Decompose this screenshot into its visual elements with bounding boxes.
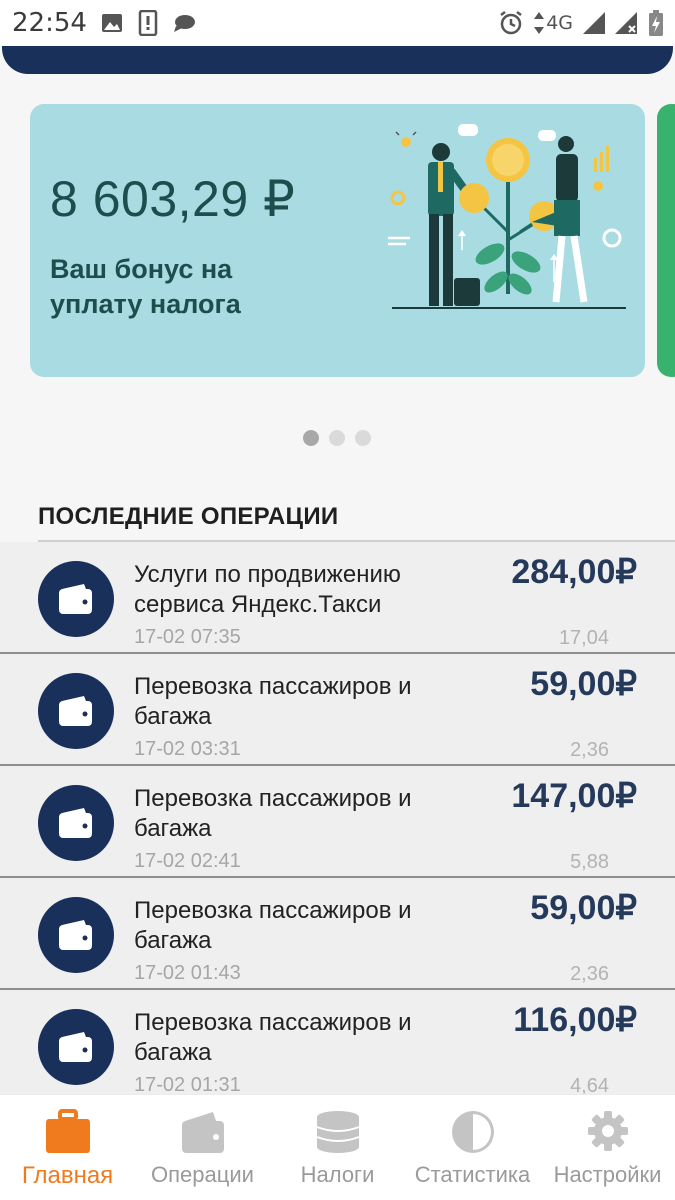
chat-icon	[174, 15, 195, 32]
carousel-dot[interactable]	[303, 430, 319, 446]
operation-row[interactable]: Перевозка пассажиров и багажа 17-02 01:3…	[0, 990, 675, 1102]
wallet-icon	[38, 561, 114, 637]
nav-operations[interactable]: Операции	[135, 1095, 270, 1200]
bonus-amount: 8 603,29 ₽	[50, 171, 296, 227]
wallet-icon	[38, 897, 114, 973]
bonus-banner[interactable]: 8 603,29 ₽ Ваш бонус на уплату налога	[30, 104, 645, 377]
nav-settings[interactable]: Настройки	[540, 1095, 675, 1200]
operation-row[interactable]: Перевозка пассажиров и багажа 17-02 02:4…	[0, 766, 675, 878]
bottom-navigation: Главная Операции Налоги Статистика Настр…	[0, 1094, 675, 1200]
operations-list: Услуги по продвижению сервиса Яндекс.Так…	[0, 542, 675, 1102]
nav-label: Налоги	[300, 1162, 375, 1187]
operation-amount: 147,00₽	[511, 777, 637, 815]
status-time: 22:54	[12, 8, 87, 38]
operation-title: Перевозка пассажиров и багажа	[134, 897, 412, 954]
network-type: 4G	[546, 12, 573, 34]
operation-tax: 17,04	[558, 627, 609, 649]
battery-charging-icon	[649, 10, 663, 36]
nav-taxes[interactable]: Налоги	[270, 1095, 405, 1200]
status-right-icons: 4G	[498, 10, 663, 36]
operation-title: Услуги по продвижению сервиса Яндекс.Так…	[134, 561, 401, 618]
notification-icon	[138, 10, 158, 36]
operation-row[interactable]: Перевозка пассажиров и багажа 17-02 01:4…	[0, 878, 675, 990]
carousel-dots	[303, 430, 371, 446]
bonus-caption: Ваш бонус на уплату налога	[50, 254, 241, 319]
nav-statistics[interactable]: Статистика	[405, 1095, 540, 1200]
nav-home[interactable]: Главная	[0, 1095, 135, 1200]
operation-amount: 116,00₽	[513, 1001, 637, 1039]
operation-title: Перевозка пассажиров и багажа	[134, 1009, 412, 1066]
wallet-icon	[38, 1009, 114, 1085]
operation-date: 17-02 03:31	[134, 738, 241, 760]
operation-tax: 2,36	[570, 739, 609, 761]
header-strip	[2, 46, 673, 74]
operation-date: 17-02 07:35	[134, 626, 241, 648]
briefcase-icon	[45, 1109, 90, 1153]
nav-label: Главная	[21, 1162, 114, 1189]
status-left-icons	[100, 10, 196, 36]
section-title: ПОСЛЕДНИЕ ОПЕРАЦИИ	[38, 503, 339, 530]
operation-amount: 284,00₽	[511, 553, 637, 591]
status-bar: 22:54 4G	[0, 0, 675, 46]
alarm-icon	[500, 11, 522, 35]
nav-label: Настройки	[553, 1162, 662, 1187]
pie-chart-icon	[451, 1111, 494, 1153]
wallet-icon	[38, 785, 114, 861]
image-icon	[102, 14, 122, 32]
next-banner-card[interactable]	[657, 104, 675, 377]
operation-date: 17-02 02:41	[134, 850, 241, 872]
data-arrows-icon	[534, 12, 545, 34]
operation-row[interactable]: Услуги по продвижению сервиса Яндекс.Так…	[0, 542, 675, 654]
operation-title: Перевозка пассажиров и багажа	[134, 673, 412, 730]
wallet-icon	[181, 1112, 224, 1153]
operation-amount: 59,00₽	[530, 665, 637, 703]
wallet-icon	[38, 673, 114, 749]
business-growth-illustration	[388, 124, 626, 309]
nav-label: Статистика	[414, 1162, 531, 1187]
carousel-dot[interactable]	[329, 430, 345, 446]
nav-label: Операции	[151, 1162, 254, 1187]
operation-date: 17-02 01:43	[134, 962, 241, 984]
operation-row[interactable]: Перевозка пассажиров и багажа 17-02 03:3…	[0, 654, 675, 766]
carousel-dot[interactable]	[355, 430, 371, 446]
operation-amount: 59,00₽	[530, 889, 637, 927]
operation-tax: 5,88	[570, 851, 609, 873]
operation-tax: 2,36	[570, 963, 609, 985]
signal-icon	[583, 12, 605, 34]
operation-title: Перевозка пассажиров и багажа	[134, 785, 412, 842]
signal-no-data-icon	[615, 12, 637, 34]
gear-icon	[587, 1111, 628, 1151]
coins-stack-icon	[316, 1111, 359, 1153]
